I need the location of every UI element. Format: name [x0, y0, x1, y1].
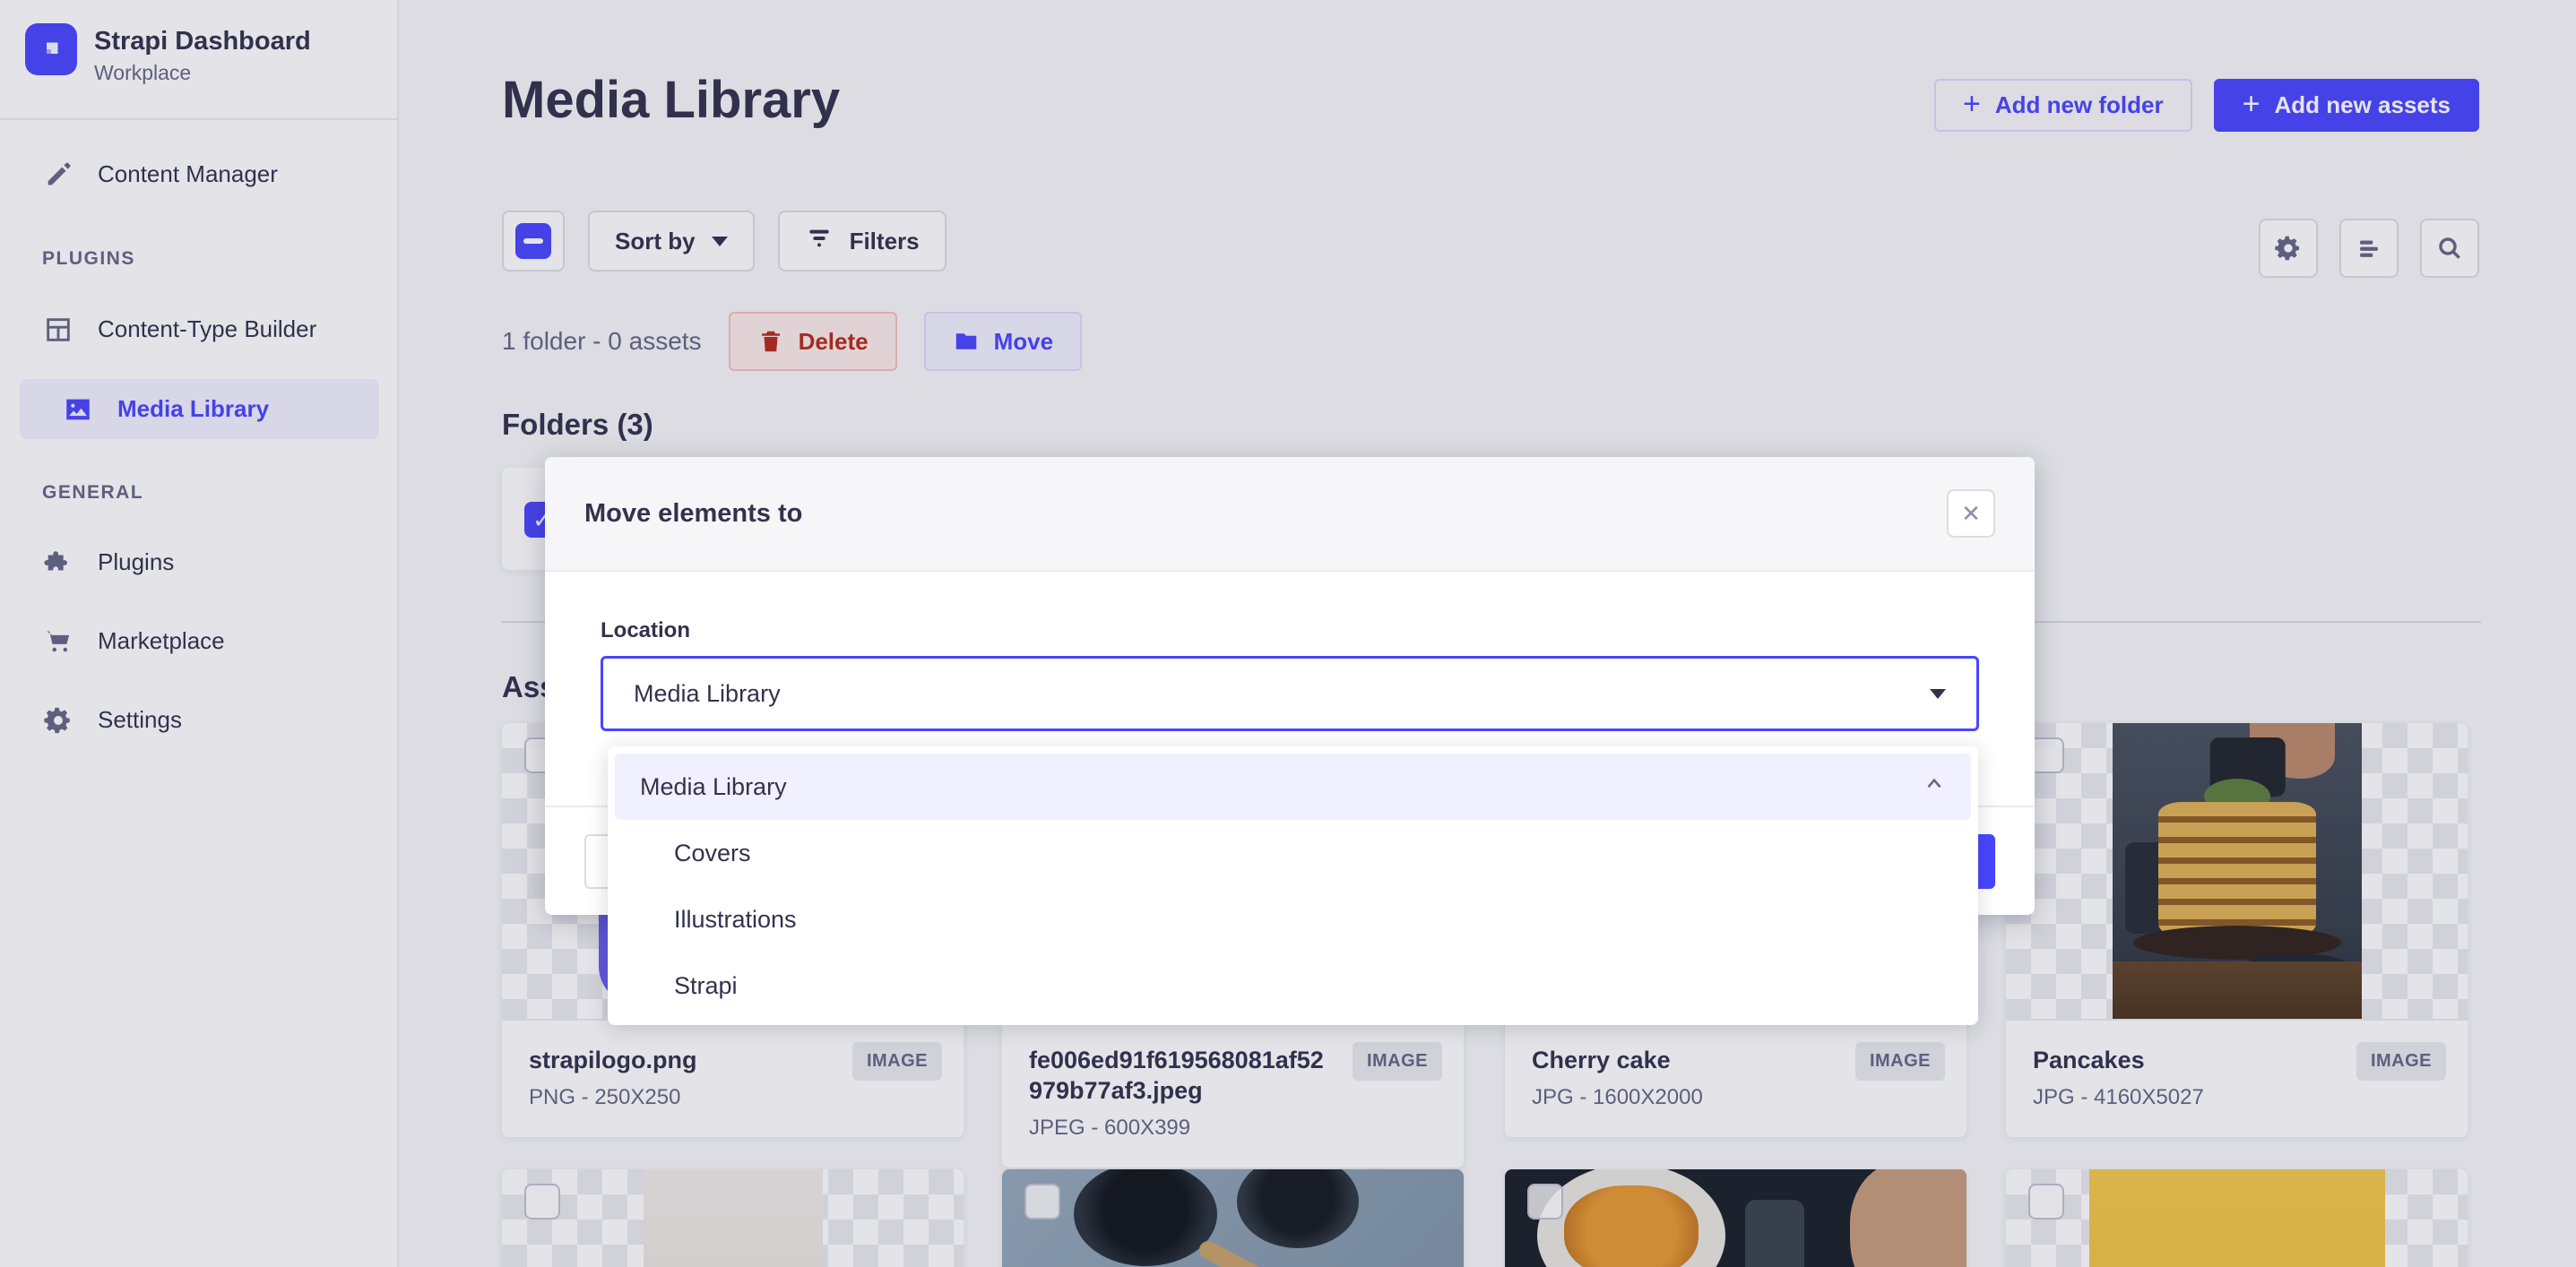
option-label: Covers	[674, 840, 751, 867]
location-label: Location	[601, 618, 1979, 643]
modal-body: Location Media Library	[545, 572, 2035, 731]
close-icon: ✕	[1961, 500, 1981, 528]
chevron-up-icon	[1923, 772, 1946, 802]
close-button[interactable]: ✕	[1947, 489, 1995, 538]
location-dropdown: Media Library Covers Illustrations Strap…	[608, 746, 1978, 1025]
option-label: Media Library	[640, 773, 787, 801]
dropdown-option-illustrations[interactable]: Illustrations	[615, 886, 1971, 952]
dropdown-option-covers[interactable]: Covers	[615, 820, 1971, 886]
modal-title: Move elements to	[584, 499, 802, 529]
location-select-value: Media Library	[634, 680, 781, 708]
dropdown-option-media-library[interactable]: Media Library	[615, 754, 1971, 820]
option-label: Strapi	[674, 972, 738, 1000]
modal-header: Move elements to ✕	[545, 457, 2035, 572]
option-label: Illustrations	[674, 906, 797, 934]
app-root: Strapi Dashboard Workplace Content Manag…	[0, 0, 2576, 1267]
chevron-down-icon	[1930, 689, 1946, 699]
location-select[interactable]: Media Library	[601, 656, 1979, 731]
dropdown-option-strapi[interactable]: Strapi	[615, 952, 1971, 1019]
